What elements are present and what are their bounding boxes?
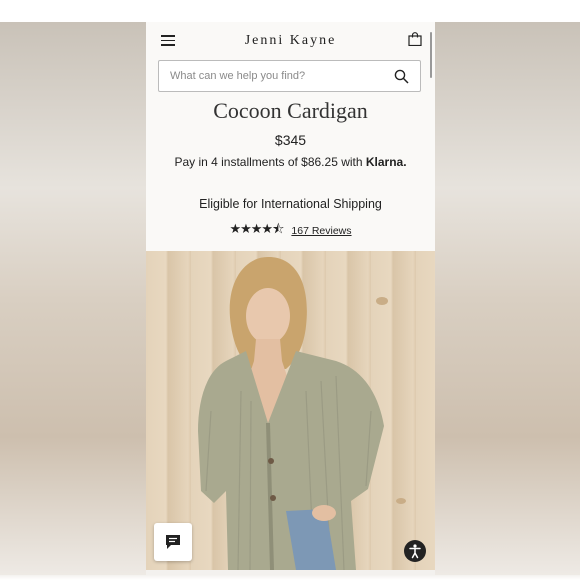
hamburger-menu-icon[interactable]	[161, 35, 175, 46]
klarna-logo[interactable]: Klarna.	[366, 155, 407, 169]
accessibility-button[interactable]	[404, 540, 426, 562]
product-title: Cocoon Cardigan	[213, 98, 368, 123]
rating-row: ★★★★⯪ 167 Reviews	[146, 220, 435, 242]
installments-text: Pay in 4 installments of $86.25 with	[174, 155, 366, 169]
background-left-blur	[0, 22, 146, 575]
klarna-installments: Pay in 4 installments of $86.25 with Kla…	[146, 155, 435, 169]
header: Jenni Kayne	[146, 22, 435, 78]
shipping-eligibility: Eligible for International Shipping	[199, 197, 382, 211]
scrollbar-thumb[interactable]	[430, 32, 432, 78]
shopping-bag-icon[interactable]	[408, 32, 422, 46]
search-input[interactable]	[159, 69, 392, 83]
accessibility-icon	[409, 544, 421, 559]
brand-logo[interactable]: Jenni Kayne	[245, 33, 337, 49]
chat-icon	[166, 535, 180, 549]
search-bar	[158, 60, 421, 92]
page-bottom-strip	[146, 570, 435, 575]
search-icon[interactable]	[394, 69, 409, 84]
mobile-page: Jenni Kayne Cocoon Cardigan $345 Pay in …	[146, 22, 435, 575]
background-right-blur	[435, 22, 580, 575]
rating-stars-icon: ★★★★⯪	[229, 221, 284, 236]
chat-button[interactable]	[154, 523, 192, 561]
reviews-link[interactable]: 167 Reviews	[291, 225, 351, 237]
product-price: $345	[274, 132, 307, 148]
